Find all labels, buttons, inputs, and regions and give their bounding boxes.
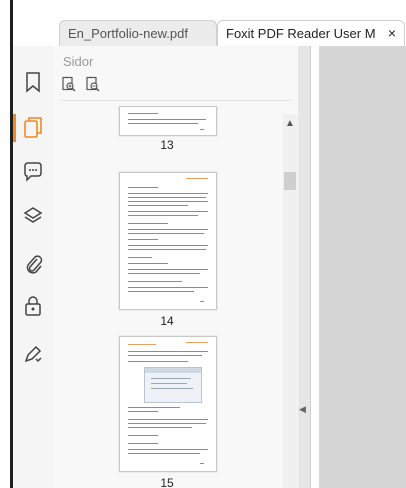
collapse-panel-arrow-icon[interactable]: ◀ bbox=[299, 404, 306, 415]
zoom-out-thumbnail-icon[interactable] bbox=[85, 76, 101, 97]
zoom-in-thumbnail-icon[interactable] bbox=[61, 76, 77, 97]
comment-icon[interactable] bbox=[13, 152, 53, 192]
tab-label: En_Portfolio-new.pdf bbox=[68, 26, 188, 41]
panel-toolbar bbox=[61, 76, 101, 97]
page-thumbnail[interactable] bbox=[119, 336, 217, 472]
thumbnail-scrollbar[interactable]: ▲ bbox=[283, 114, 297, 488]
document-view[interactable] bbox=[319, 46, 406, 488]
navigation-rail bbox=[13, 46, 54, 488]
layers-icon[interactable] bbox=[13, 196, 53, 236]
tab-foxit-user-manual[interactable]: Foxit PDF Reader User M... × bbox=[217, 20, 405, 46]
page-number: 14 bbox=[160, 314, 174, 328]
panel-divider bbox=[61, 100, 291, 101]
page-thumbnail[interactable] bbox=[119, 106, 217, 136]
page-thumbnail-list: 13 14 15 bbox=[53, 106, 281, 488]
page-number: 15 bbox=[160, 476, 174, 488]
panel-title: Sidor bbox=[63, 54, 94, 69]
document-tab-bar: En_Portfolio-new.pdf Foxit PDF Reader Us… bbox=[13, 0, 406, 46]
scroll-up-arrow-icon[interactable]: ▲ bbox=[283, 118, 297, 129]
attachment-icon[interactable] bbox=[13, 244, 53, 284]
security-icon[interactable] bbox=[13, 286, 53, 326]
pages-panel: Sidor 13 14 15 bbox=[53, 46, 298, 488]
scrollbar-thumb[interactable] bbox=[284, 172, 296, 190]
tab-label: Foxit PDF Reader User M... bbox=[226, 26, 376, 41]
page-thumbnail[interactable] bbox=[119, 172, 217, 310]
pages-icon[interactable] bbox=[13, 108, 53, 148]
bookmark-icon[interactable] bbox=[13, 62, 53, 102]
close-icon[interactable]: × bbox=[388, 21, 396, 46]
page-screenshot-figure bbox=[144, 367, 202, 403]
page-number: 13 bbox=[160, 138, 174, 152]
document-page-edge bbox=[310, 46, 319, 488]
signature-icon[interactable] bbox=[13, 334, 53, 374]
panel-splitter[interactable]: ◀ bbox=[298, 46, 310, 488]
tab-en-portfolio[interactable]: En_Portfolio-new.pdf bbox=[59, 20, 217, 46]
